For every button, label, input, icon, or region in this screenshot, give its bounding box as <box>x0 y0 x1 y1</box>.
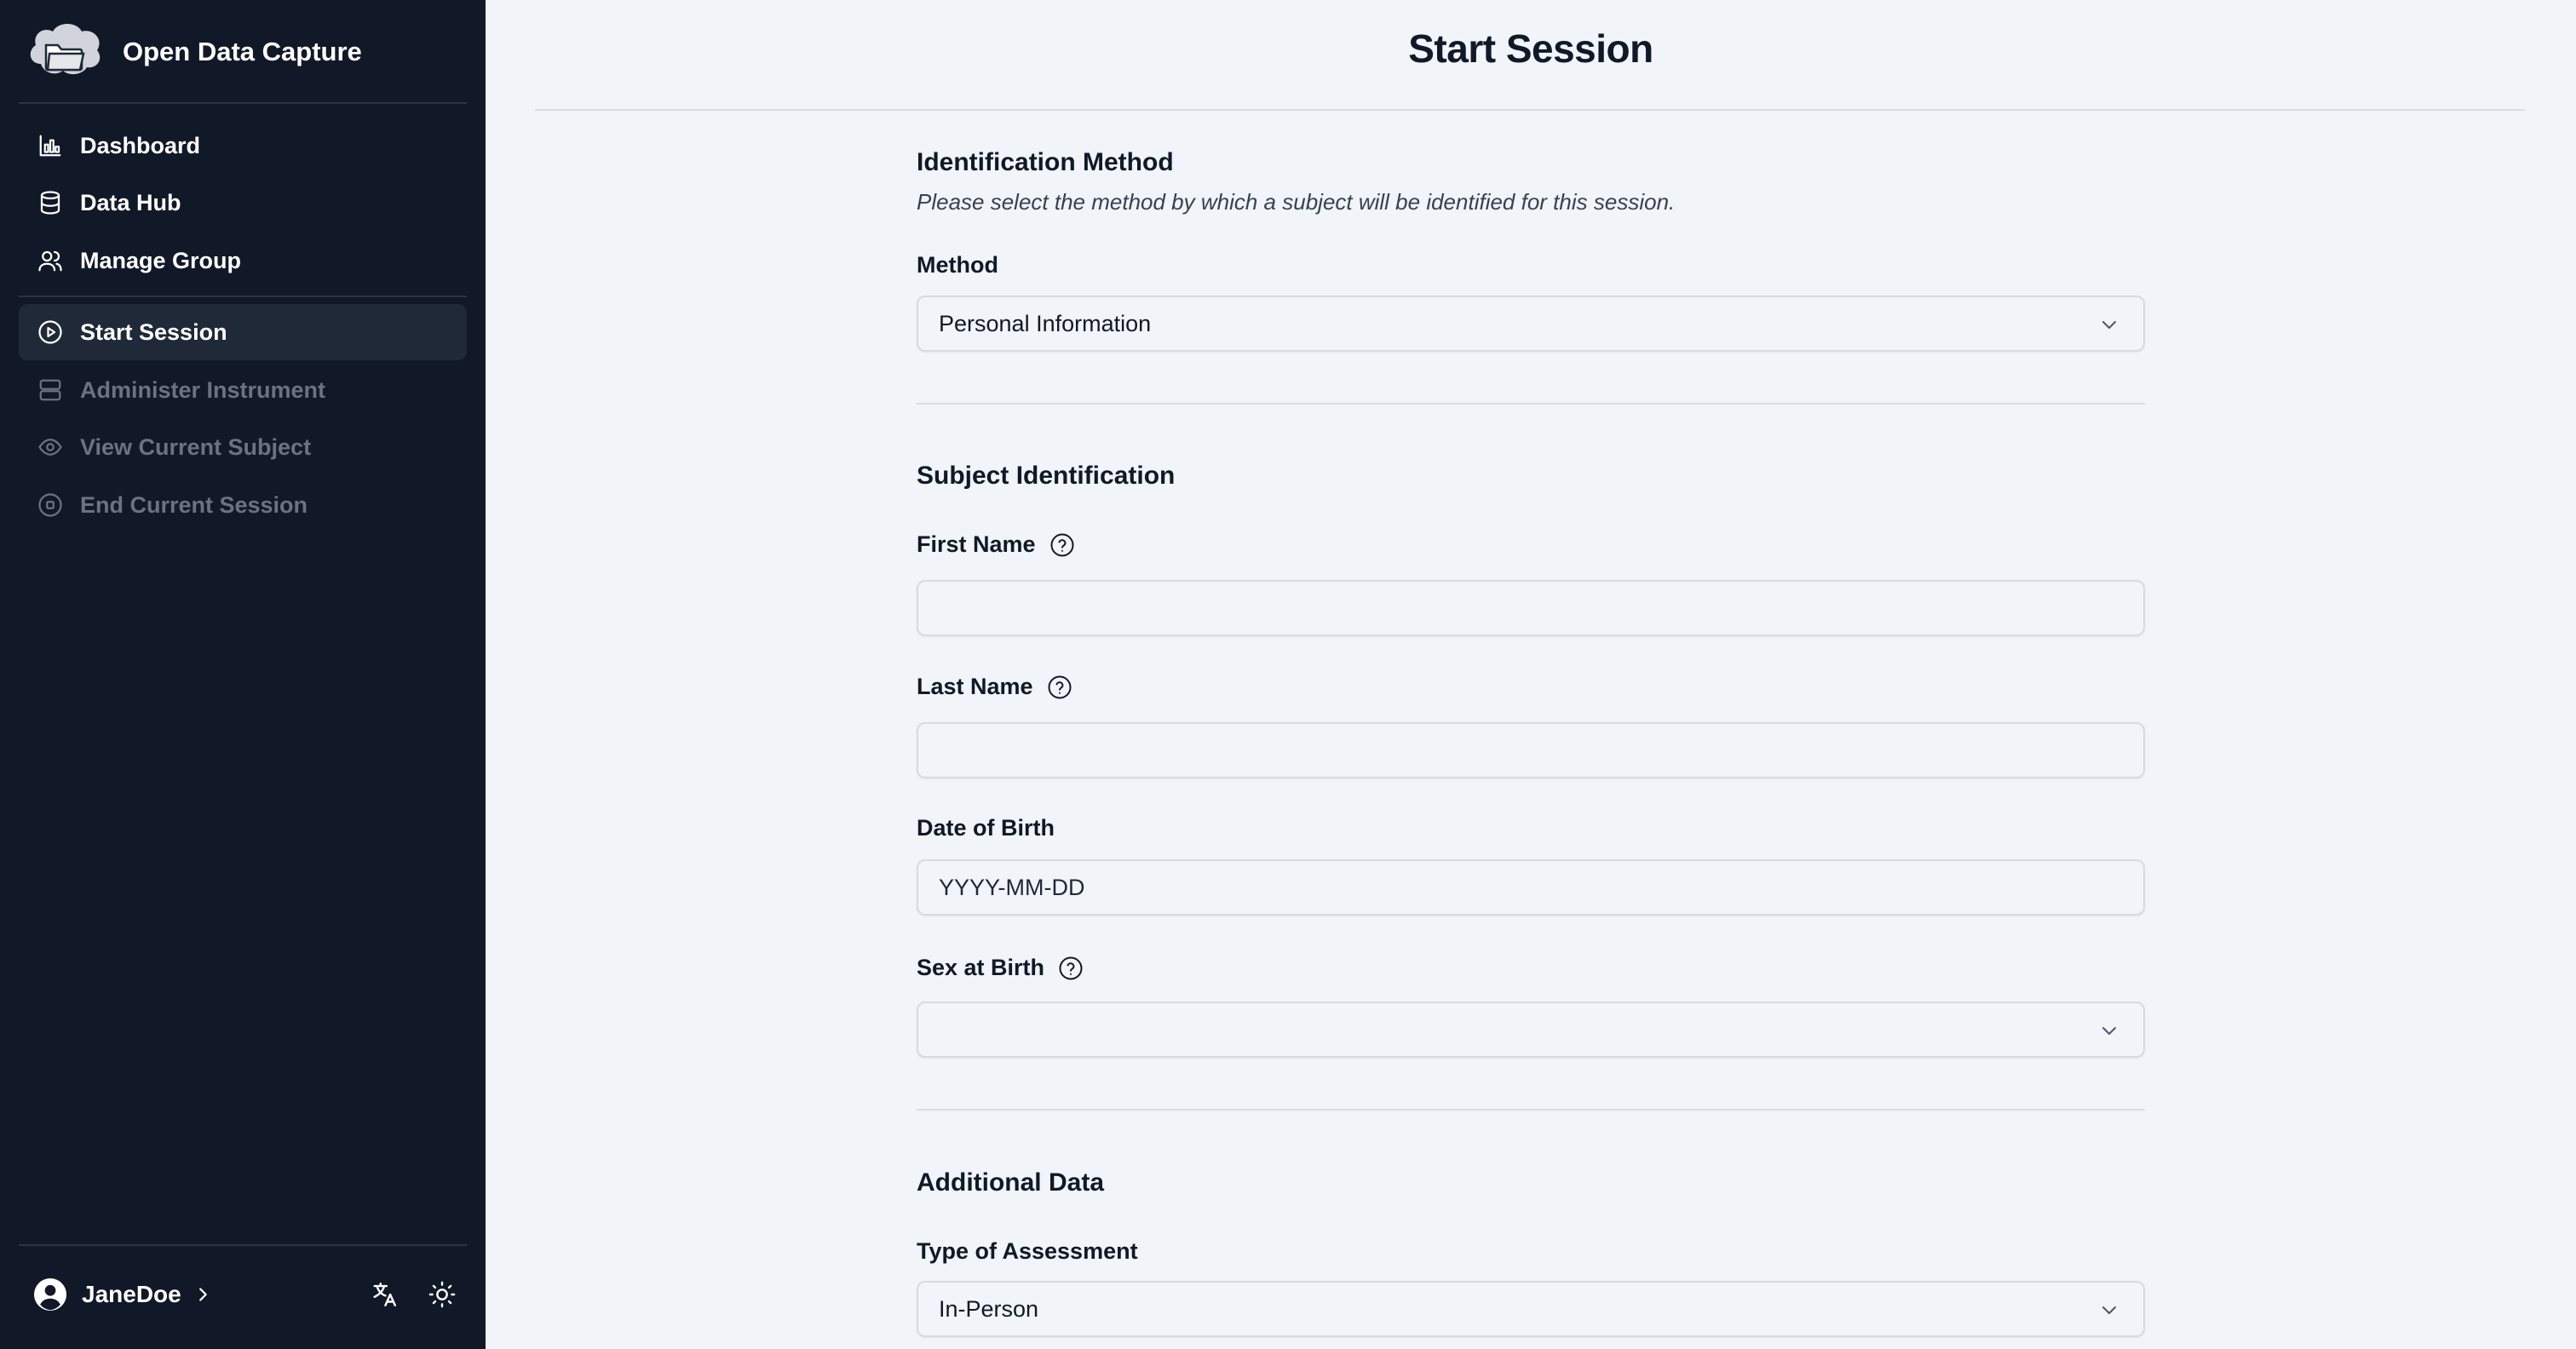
chevron-down-icon <box>2102 1027 2116 1035</box>
sidebar-divider <box>19 102 467 104</box>
sidebar-divider <box>19 1244 467 1246</box>
sidebar-item-label: Data Hub <box>80 189 181 215</box>
sidebar-item-label: View Current Subject <box>80 433 312 460</box>
eye-icon <box>37 434 63 460</box>
help-circle-icon[interactable] <box>1047 674 1072 700</box>
translate-icon[interactable] <box>370 1280 399 1309</box>
play-circle-icon <box>37 319 63 345</box>
sidebar-item-administer-instrument: Administer Instrument <box>19 362 467 418</box>
sex-at-birth-select[interactable] <box>917 1002 2145 1058</box>
user-menu-button[interactable]: JaneDoe <box>19 1271 467 1318</box>
chevron-down-icon <box>2102 321 2116 329</box>
section-divider <box>917 403 2145 405</box>
username: JaneDoe <box>82 1281 181 1307</box>
last-name-input[interactable] <box>917 722 2145 778</box>
app-name: Open Data Capture <box>123 37 362 66</box>
sidebar-item-label: End Current Session <box>80 491 308 518</box>
date-of-birth-label: Date of Birth <box>917 815 1055 841</box>
header-divider <box>535 109 2525 111</box>
sidebar-item-view-current-subject: View Current Subject <box>19 419 467 475</box>
sidebar-item-label: Dashboard <box>80 132 201 158</box>
sidebar-item-label: Manage Group <box>80 247 242 273</box>
sidebar-item-label: Start Session <box>80 319 227 345</box>
first-name-label: First Name <box>917 531 1075 558</box>
sex-at-birth-label-text: Sex at Birth <box>917 955 1045 980</box>
method-label: Method <box>917 252 998 278</box>
type-of-assessment-select[interactable]: In-Person <box>917 1281 2145 1337</box>
bar-chart-icon <box>37 133 63 158</box>
method-select[interactable]: Personal Information <box>917 296 2145 352</box>
page-title: Start Session <box>1408 26 1653 71</box>
sex-at-birth-label: Sex at Birth <box>917 955 1084 981</box>
sidebar: Open Data Capture Dashboard Data Hub Man… <box>0 0 486 1349</box>
database-icon <box>37 190 63 215</box>
sidebar-item-dashboard[interactable]: Dashboard <box>19 118 467 174</box>
section-title-identification-method: Identification Method <box>917 148 1174 176</box>
first-name-label-text: First Name <box>917 531 1036 557</box>
sidebar-item-label: Administer Instrument <box>80 376 326 403</box>
date-of-birth-label-text: Date of Birth <box>917 815 1055 841</box>
user-avatar-icon <box>34 1278 66 1311</box>
type-of-assessment-label: Type of Assessment <box>917 1238 1138 1265</box>
stop-circle-icon <box>37 492 63 518</box>
type-of-assessment-value: In-Person <box>939 1295 1039 1322</box>
sidebar-item-end-current-session: End Current Session <box>19 477 467 533</box>
section-title-subject-identification: Subject Identification <box>917 462 1176 490</box>
section-description: Please select the method by which a subj… <box>917 189 1676 215</box>
last-name-label: Last Name <box>917 674 1072 700</box>
chevron-right-icon <box>198 1288 207 1301</box>
app-logo-icon <box>30 24 101 75</box>
date-of-birth-placeholder: YYYY-MM-DD <box>939 874 1085 900</box>
sidebar-divider <box>19 296 467 297</box>
sidebar-item-manage-group[interactable]: Manage Group <box>19 232 467 289</box>
help-circle-icon[interactable] <box>1049 532 1075 558</box>
section-title-additional-data: Additional Data <box>917 1168 1105 1197</box>
sidebar-item-data-hub[interactable]: Data Hub <box>19 175 467 231</box>
server-icon <box>37 377 63 403</box>
help-circle-icon[interactable] <box>1058 956 1084 981</box>
brand[interactable]: Open Data Capture <box>26 17 362 87</box>
first-name-input[interactable] <box>917 580 2145 636</box>
chevron-down-icon <box>2102 1306 2116 1314</box>
sun-icon[interactable] <box>428 1280 457 1309</box>
section-divider <box>917 1109 2145 1111</box>
method-select-value: Personal Information <box>939 310 1152 336</box>
last-name-label-text: Last Name <box>917 674 1033 699</box>
date-of-birth-input[interactable]: YYYY-MM-DD <box>917 859 2145 916</box>
users-icon <box>37 248 63 273</box>
method-label-text: Method <box>917 252 998 278</box>
type-of-assessment-label-text: Type of Assessment <box>917 1238 1138 1264</box>
sidebar-item-start-session[interactable]: Start Session <box>19 304 467 360</box>
